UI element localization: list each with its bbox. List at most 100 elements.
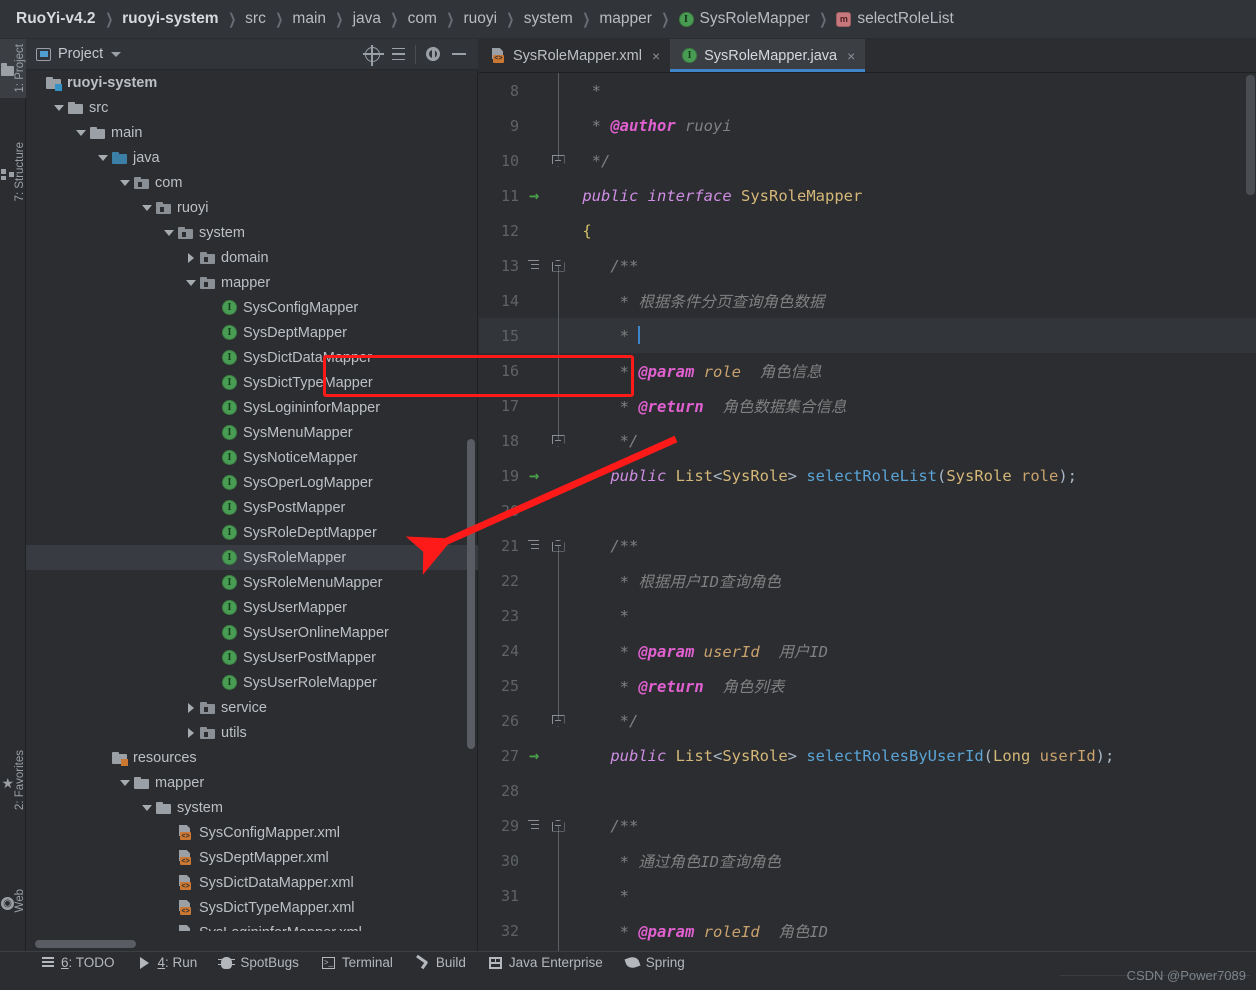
code-gutter[interactable] — [521, 353, 573, 388]
chevron-down-icon[interactable] — [140, 195, 154, 220]
code-gutter[interactable] — [521, 493, 573, 528]
code-gutter[interactable] — [521, 528, 573, 563]
tree-item[interactable]: com — [26, 170, 478, 195]
breadcrumb-item-ruoyi[interactable]: ruoyi — [464, 10, 498, 28]
editor-tab-sysrolemapper-xml[interactable]: <> SysRoleMapper.xml × — [479, 39, 670, 72]
code-gutter[interactable] — [521, 843, 573, 878]
sidebar-tool-structure[interactable]: 7: Structure — [0, 137, 26, 206]
chevron-down-icon[interactable] — [118, 770, 132, 795]
tree-item[interactable]: system — [26, 795, 478, 820]
code-fold-marker[interactable] — [551, 318, 565, 353]
code-gutter[interactable] — [521, 598, 573, 633]
chevron-down-icon[interactable] — [96, 145, 110, 170]
tree-item[interactable]: I SysRoleMapper — [26, 545, 478, 570]
code-gutter[interactable] — [521, 388, 573, 423]
tree-item[interactable]: domain — [26, 245, 478, 270]
tree-item[interactable]: I SysRoleMenuMapper — [26, 570, 478, 595]
tree-item[interactable]: <> SysLogininforMapper.xml — [26, 920, 478, 931]
code-fold-marker[interactable] — [551, 423, 565, 458]
breadcrumb-item-system[interactable]: system — [524, 10, 573, 28]
javadoc-icon[interactable] — [528, 819, 540, 832]
implementation-arrow-icon[interactable]: → — [529, 747, 539, 764]
code-gutter[interactable]: → — [521, 178, 573, 213]
tree-item[interactable]: I SysConfigMapper — [26, 295, 478, 320]
tree-item[interactable]: I SysOperLogMapper — [26, 470, 478, 495]
code-gutter[interactable] — [521, 913, 573, 948]
code-fold-marker[interactable] — [551, 598, 565, 633]
code-gutter[interactable] — [521, 73, 573, 108]
code-gutter[interactable] — [521, 108, 573, 143]
breadcrumb-item-src[interactable]: src — [245, 10, 266, 28]
tree-item[interactable]: I SysPostMapper — [26, 495, 478, 520]
code-fold-marker[interactable] — [551, 633, 565, 668]
code-fold-marker[interactable] — [551, 248, 565, 283]
project-tree-vertical-scrollbar[interactable] — [467, 439, 475, 749]
javadoc-icon[interactable] — [528, 539, 540, 552]
code-fold-marker[interactable] — [551, 563, 565, 598]
chevron-down-icon[interactable] — [184, 270, 198, 295]
tree-item[interactable]: service — [26, 695, 478, 720]
chevron-right-icon[interactable] — [184, 720, 198, 745]
code-fold-marker[interactable] — [551, 73, 565, 108]
sidebar-tool-project[interactable]: 1: Project — [0, 39, 26, 98]
collapse-all-button[interactable] — [385, 41, 411, 67]
breadcrumb-item-ruoyi-v4-2[interactable]: RuoYi-v4.2 — [16, 10, 96, 28]
tree-item[interactable]: I SysUserMapper — [26, 595, 478, 620]
tree-item[interactable]: I SysMenuMapper — [26, 420, 478, 445]
breadcrumb-item-java[interactable]: java — [353, 10, 381, 28]
chevron-right-icon[interactable] — [184, 695, 198, 720]
code-gutter[interactable] — [521, 213, 573, 248]
code-gutter[interactable] — [521, 633, 573, 668]
code-gutter[interactable]: → — [521, 738, 573, 773]
code-gutter[interactable]: → — [521, 458, 573, 493]
chevron-down-icon[interactable] — [74, 120, 88, 145]
tree-item[interactable]: <> SysDictTypeMapper.xml — [26, 895, 478, 920]
tree-item[interactable]: I SysDictTypeMapper — [26, 370, 478, 395]
project-tree-horizontal-scrollbar[interactable] — [35, 940, 136, 948]
tree-item[interactable]: utils — [26, 720, 478, 745]
implementation-arrow-icon[interactable]: → — [529, 467, 539, 484]
code-fold-marker[interactable] — [551, 878, 565, 913]
chevron-down-icon[interactable] — [140, 795, 154, 820]
code-fold-marker[interactable] — [551, 913, 565, 948]
tree-item[interactable]: ruoyi — [26, 195, 478, 220]
javadoc-icon[interactable] — [528, 259, 540, 272]
tree-item[interactable]: I SysDeptMapper — [26, 320, 478, 345]
code-editor[interactable]: 8 * 9 * @author ruoyi 10 */11 → public int… — [479, 73, 1256, 951]
code-fold-marker[interactable] — [551, 283, 565, 318]
breadcrumb-item-com[interactable]: com — [408, 10, 437, 28]
tree-item[interactable]: I SysRoleDeptMapper — [26, 520, 478, 545]
breadcrumb-item-selectrolelist[interactable]: m selectRoleList — [836, 10, 954, 28]
code-gutter[interactable] — [521, 808, 573, 843]
editor-vertical-scrollbar[interactable] — [1246, 75, 1255, 195]
tree-item[interactable]: <> SysConfigMapper.xml — [26, 820, 478, 845]
bottom-bar-spring[interactable]: Spring — [624, 955, 685, 970]
code-gutter[interactable] — [521, 668, 573, 703]
code-gutter[interactable] — [521, 563, 573, 598]
tree-item[interactable]: <> SysDictDataMapper.xml — [26, 870, 478, 895]
chevron-down-icon[interactable] — [118, 170, 132, 195]
tree-item[interactable]: java — [26, 145, 478, 170]
close-icon[interactable]: × — [847, 48, 855, 64]
tree-item[interactable]: main — [26, 120, 478, 145]
tree-item[interactable]: src — [26, 95, 478, 120]
code-gutter[interactable] — [521, 773, 573, 808]
chevron-right-icon[interactable] — [184, 245, 198, 270]
tree-item[interactable]: I SysLogininforMapper — [26, 395, 478, 420]
tree-item[interactable]: I SysUserPostMapper — [26, 645, 478, 670]
implementation-arrow-icon[interactable]: → — [529, 187, 539, 204]
sidebar-tool-favorites[interactable]: 2: Favorites ★ — [0, 745, 26, 815]
breadcrumb-item-ruoyi-system[interactable]: ruoyi-system — [122, 10, 218, 28]
project-tree[interactable]: ruoyi-system src main java com ruoyi system dom… — [26, 70, 478, 931]
breadcrumb-item-main[interactable]: main — [292, 10, 326, 28]
tree-item[interactable]: resources — [26, 745, 478, 770]
sidebar-tool-web[interactable]: Web ◉ — [0, 884, 26, 917]
code-gutter[interactable] — [521, 283, 573, 318]
code-gutter[interactable] — [521, 423, 573, 458]
tree-item[interactable]: ruoyi-system — [26, 70, 478, 95]
tree-item[interactable]: I SysNoticeMapper — [26, 445, 478, 470]
code-gutter[interactable] — [521, 878, 573, 913]
code-fold-marker[interactable] — [551, 353, 565, 388]
bottom-bar-spotbugs[interactable]: SpotBugs — [218, 955, 299, 970]
editor-tab-sysrolemapper-java[interactable]: I SysRoleMapper.java × — [670, 39, 866, 72]
